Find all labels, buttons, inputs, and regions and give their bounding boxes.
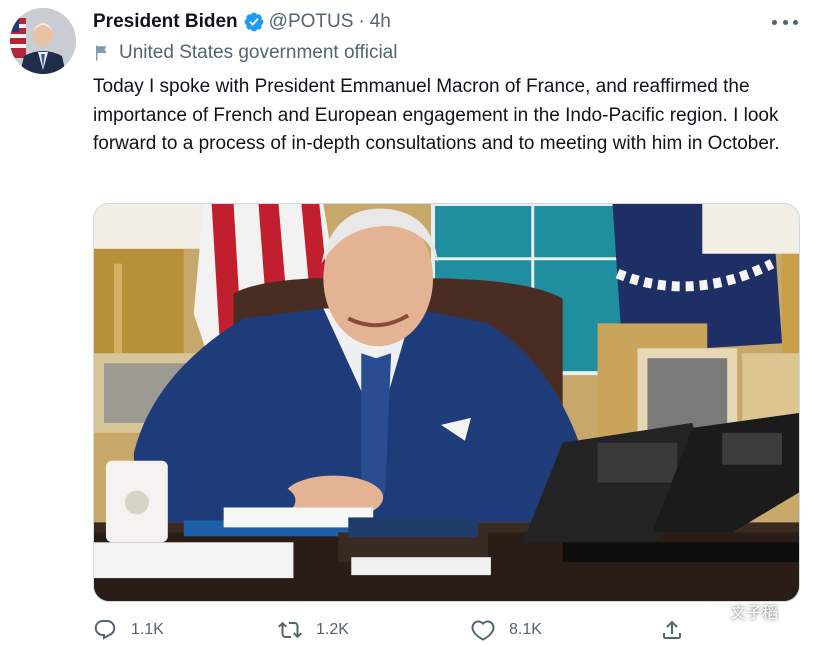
- reply-count: 1.1K: [131, 621, 164, 638]
- more-options-icon[interactable]: [772, 12, 798, 32]
- separator-dot: ·: [358, 11, 365, 32]
- tweet-photo[interactable]: [93, 203, 800, 602]
- government-label-text: United States government official: [119, 42, 398, 63]
- like-count: 8.1K: [509, 621, 542, 638]
- tweet-header: President Biden @POTUS · 4h: [93, 10, 391, 34]
- government-label[interactable]: United States government official: [93, 42, 397, 64]
- flag-icon: [93, 44, 111, 62]
- reply-icon: [93, 618, 117, 642]
- verified-badge-icon: [243, 11, 265, 33]
- handle[interactable]: @POTUS: [269, 11, 354, 33]
- timestamp[interactable]: 4h: [370, 11, 391, 33]
- avatar-image: [10, 8, 76, 74]
- tweet-actions: 1.1K 1.2K 8.1K: [93, 617, 693, 643]
- like-button[interactable]: 8.1K: [471, 617, 542, 643]
- tweet-text: Today I spoke with President Emmanuel Ma…: [93, 76, 780, 154]
- retweet-count: 1.2K: [316, 621, 349, 638]
- retweet-button[interactable]: 1.2K: [278, 617, 349, 643]
- watermark: 文子稻: [700, 598, 778, 624]
- share-icon: [660, 618, 684, 642]
- share-button[interactable]: [660, 617, 698, 643]
- retweet-icon: [278, 618, 302, 642]
- display-name[interactable]: President Biden: [93, 11, 238, 33]
- wechat-icon: [700, 601, 724, 621]
- avatar[interactable]: [10, 8, 76, 74]
- watermark-text: 文子稻: [730, 605, 779, 622]
- heart-icon: [471, 618, 495, 642]
- photo-illustration: [94, 204, 799, 601]
- reply-button[interactable]: 1.1K: [93, 617, 164, 643]
